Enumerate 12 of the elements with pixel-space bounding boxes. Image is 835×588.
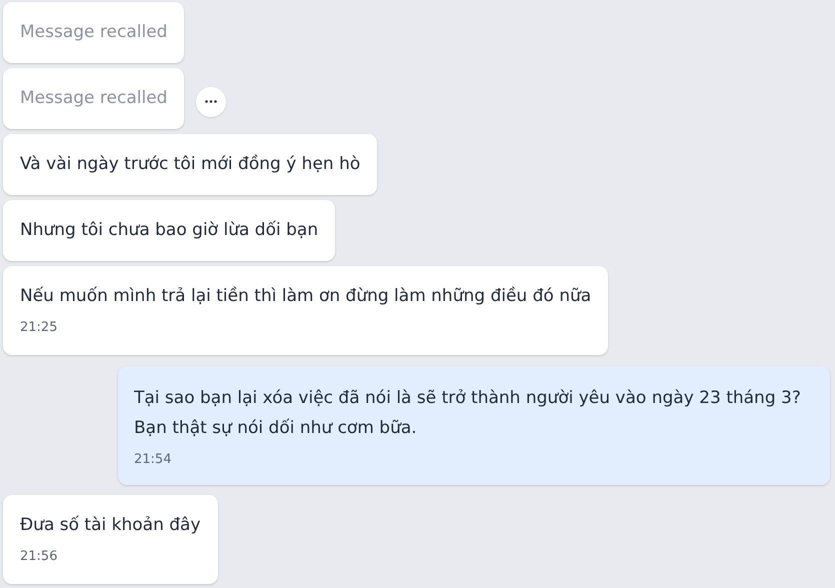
message-text: Và vài ngày trước tôi mới đồng ý hẹn hò xyxy=(20,153,360,176)
recalled-message-text: Message recalled xyxy=(20,21,168,44)
message-text: Nếu muốn mình trả lại tiền thì làm ơn đừng làm những điều đó nữa xyxy=(20,285,592,308)
message-time: 21:25 xyxy=(20,319,58,337)
message-time: 21:54 xyxy=(134,451,172,469)
message-text: Đưa số tài khoản đây xyxy=(20,514,201,537)
message-time: 21:56 xyxy=(20,548,58,566)
message-text: Nhưng tôi chưa bao giờ lừa dối bạn xyxy=(20,219,318,242)
more-icon xyxy=(205,100,218,103)
more-options-button[interactable] xyxy=(196,86,226,116)
message-text: Tại sao bạn lại xóa việc đã nói là sẽ trở thành người yêu vào ngày 23 tháng 3? Bạn thật sự nói dối như cơm bữa. xyxy=(134,387,802,440)
recalled-message-text: Message recalled xyxy=(20,87,168,110)
